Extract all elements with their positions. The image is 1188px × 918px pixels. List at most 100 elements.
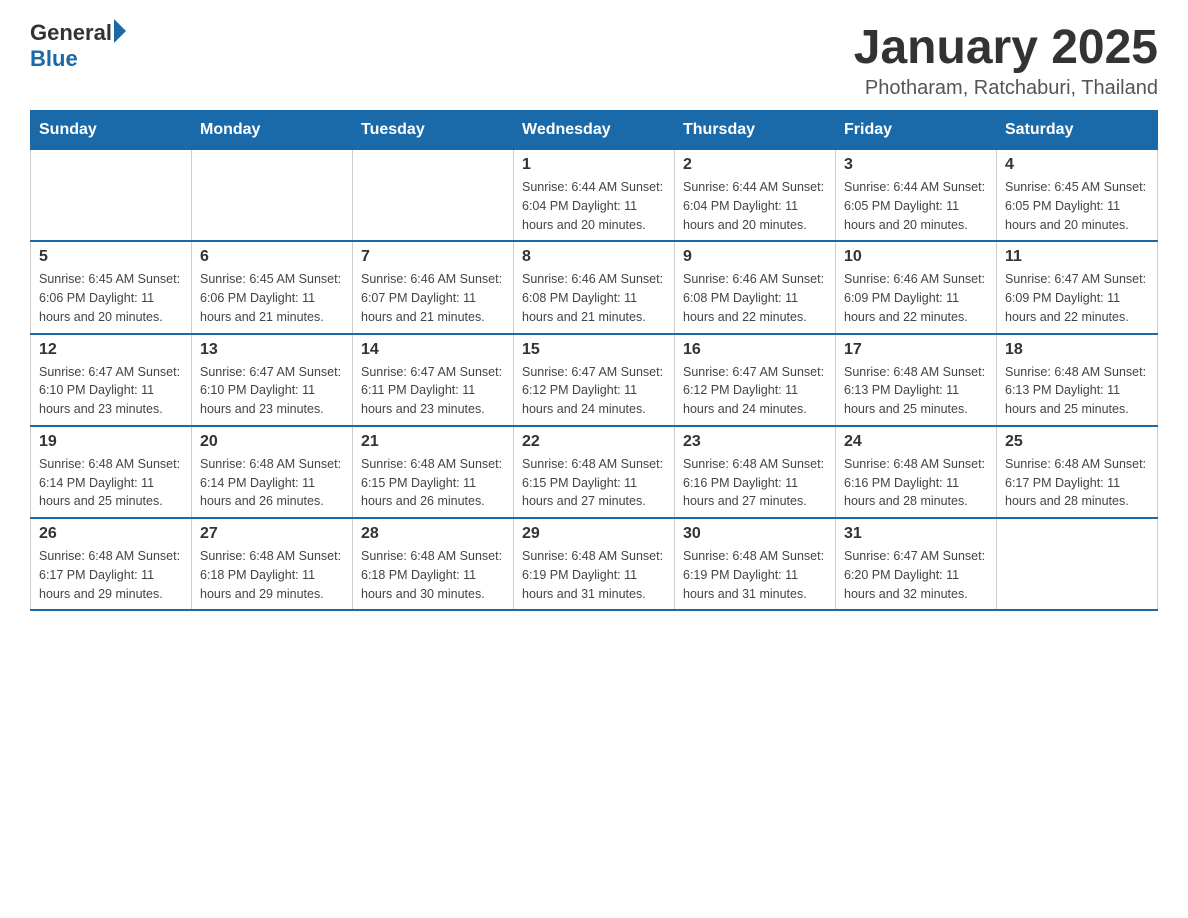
calendar-cell: 5 Sunrise: 6:45 AM Sunset: 6:06 PM Daylig… [31,241,192,333]
day-number: 26 [39,525,183,543]
day-info: Sunrise: 6:48 AM Sunset: 6:15 PM Dayligh… [361,455,505,511]
calendar-day-header-thursday: Thursday [675,111,836,150]
calendar-cell [192,150,353,242]
calendar-cell: 17 Sunrise: 6:48 AM Sunset: 6:13 PM Dayli… [836,334,997,426]
calendar-cell: 6 Sunrise: 6:45 AM Sunset: 6:06 PM Daylig… [192,241,353,333]
calendar-cell: 31 Sunrise: 6:47 AM Sunset: 6:20 PM Dayli… [836,518,997,610]
calendar-day-header-sunday: Sunday [31,111,192,150]
calendar-cell: 7 Sunrise: 6:46 AM Sunset: 6:07 PM Daylig… [353,241,514,333]
day-number: 12 [39,341,183,359]
day-info: Sunrise: 6:48 AM Sunset: 6:14 PM Dayligh… [39,455,183,511]
day-number: 2 [683,156,827,174]
calendar-cell [997,518,1158,610]
day-number: 25 [1005,433,1149,451]
calendar-cell: 29 Sunrise: 6:48 AM Sunset: 6:19 PM Dayli… [514,518,675,610]
calendar-cell [31,150,192,242]
calendar-cell: 3 Sunrise: 6:44 AM Sunset: 6:05 PM Daylig… [836,150,997,242]
day-number: 23 [683,433,827,451]
calendar-cell: 21Sunrise: 6:48 AM Sunset: 6:15 PM Dayli… [353,426,514,518]
day-info: Sunrise: 6:44 AM Sunset: 6:04 PM Dayligh… [522,178,666,234]
calendar-cell: 14Sunrise: 6:47 AM Sunset: 6:11 PM Dayli… [353,334,514,426]
day-info: Sunrise: 6:47 AM Sunset: 6:12 PM Dayligh… [522,363,666,419]
day-info: Sunrise: 6:44 AM Sunset: 6:04 PM Dayligh… [683,178,827,234]
calendar-cell: 30 Sunrise: 6:48 AM Sunset: 6:19 PM Dayli… [675,518,836,610]
day-info: Sunrise: 6:48 AM Sunset: 6:18 PM Dayligh… [200,547,344,603]
calendar-cell: 2 Sunrise: 6:44 AM Sunset: 6:04 PM Daylig… [675,150,836,242]
day-info: Sunrise: 6:47 AM Sunset: 6:10 PM Dayligh… [200,363,344,419]
day-number: 7 [361,248,505,266]
day-number: 18 [1005,341,1149,359]
day-number: 11 [1005,248,1149,266]
day-info: Sunrise: 6:48 AM Sunset: 6:18 PM Dayligh… [361,547,505,603]
calendar-cell: 13 Sunrise: 6:47 AM Sunset: 6:10 PM Dayli… [192,334,353,426]
calendar-cell: 19Sunrise: 6:48 AM Sunset: 6:14 PM Dayli… [31,426,192,518]
logo-general: General [30,20,112,46]
day-number: 15 [522,341,666,359]
day-info: Sunrise: 6:46 AM Sunset: 6:08 PM Dayligh… [522,270,666,326]
calendar-week-row: 5 Sunrise: 6:45 AM Sunset: 6:06 PM Daylig… [31,241,1158,333]
day-info: Sunrise: 6:48 AM Sunset: 6:16 PM Dayligh… [844,455,988,511]
calendar-cell: 9 Sunrise: 6:46 AM Sunset: 6:08 PM Daylig… [675,241,836,333]
day-number: 31 [844,525,988,543]
day-number: 3 [844,156,988,174]
day-info: Sunrise: 6:48 AM Sunset: 6:19 PM Dayligh… [522,547,666,603]
location: Photharam, Ratchaburi, Thailand [854,77,1158,100]
logo-triangle-icon [114,19,126,43]
day-number: 14 [361,341,505,359]
logo: General Blue [30,20,126,72]
day-number: 24 [844,433,988,451]
day-info: Sunrise: 6:46 AM Sunset: 6:08 PM Dayligh… [683,270,827,326]
calendar-cell: 26 Sunrise: 6:48 AM Sunset: 6:17 PM Dayli… [31,518,192,610]
day-number: 28 [361,525,505,543]
day-info: Sunrise: 6:46 AM Sunset: 6:07 PM Dayligh… [361,270,505,326]
day-info: Sunrise: 6:45 AM Sunset: 6:06 PM Dayligh… [39,270,183,326]
day-info: Sunrise: 6:48 AM Sunset: 6:13 PM Dayligh… [844,363,988,419]
day-number: 8 [522,248,666,266]
calendar-cell: 25 Sunrise: 6:48 AM Sunset: 6:17 PM Dayli… [997,426,1158,518]
day-number: 9 [683,248,827,266]
calendar-header-row: SundayMondayTuesdayWednesdayThursdayFrid… [31,111,1158,150]
day-info: Sunrise: 6:48 AM Sunset: 6:17 PM Dayligh… [1005,455,1149,511]
day-info: Sunrise: 6:47 AM Sunset: 6:12 PM Dayligh… [683,363,827,419]
day-info: Sunrise: 6:46 AM Sunset: 6:09 PM Dayligh… [844,270,988,326]
calendar-cell [353,150,514,242]
day-info: Sunrise: 6:47 AM Sunset: 6:09 PM Dayligh… [1005,270,1149,326]
calendar-week-row: 19Sunrise: 6:48 AM Sunset: 6:14 PM Dayli… [31,426,1158,518]
day-number: 30 [683,525,827,543]
day-number: 22 [522,433,666,451]
page-header: General Blue January 2025 Photharam, Rat… [30,20,1158,100]
month-title: January 2025 [854,20,1158,75]
day-info: Sunrise: 6:47 AM Sunset: 6:10 PM Dayligh… [39,363,183,419]
calendar-cell: 8 Sunrise: 6:46 AM Sunset: 6:08 PM Daylig… [514,241,675,333]
calendar-cell: 10Sunrise: 6:46 AM Sunset: 6:09 PM Dayli… [836,241,997,333]
calendar-cell: 28 Sunrise: 6:48 AM Sunset: 6:18 PM Dayli… [353,518,514,610]
calendar-cell: 23 Sunrise: 6:48 AM Sunset: 6:16 PM Dayli… [675,426,836,518]
calendar-cell: 22 Sunrise: 6:48 AM Sunset: 6:15 PM Dayli… [514,426,675,518]
day-number: 5 [39,248,183,266]
day-info: Sunrise: 6:45 AM Sunset: 6:06 PM Dayligh… [200,270,344,326]
day-info: Sunrise: 6:48 AM Sunset: 6:15 PM Dayligh… [522,455,666,511]
day-info: Sunrise: 6:44 AM Sunset: 6:05 PM Dayligh… [844,178,988,234]
calendar-table: SundayMondayTuesdayWednesdayThursdayFrid… [30,110,1158,611]
day-info: Sunrise: 6:47 AM Sunset: 6:20 PM Dayligh… [844,547,988,603]
calendar-day-header-monday: Monday [192,111,353,150]
calendar-week-row: 12 Sunrise: 6:47 AM Sunset: 6:10 PM Dayli… [31,334,1158,426]
calendar-day-header-wednesday: Wednesday [514,111,675,150]
calendar-day-header-friday: Friday [836,111,997,150]
calendar-week-row: 26 Sunrise: 6:48 AM Sunset: 6:17 PM Dayli… [31,518,1158,610]
calendar-day-header-saturday: Saturday [997,111,1158,150]
day-number: 20 [200,433,344,451]
day-number: 29 [522,525,666,543]
day-number: 6 [200,248,344,266]
day-info: Sunrise: 6:45 AM Sunset: 6:05 PM Dayligh… [1005,178,1149,234]
day-number: 13 [200,341,344,359]
day-info: Sunrise: 6:48 AM Sunset: 6:17 PM Dayligh… [39,547,183,603]
day-info: Sunrise: 6:48 AM Sunset: 6:19 PM Dayligh… [683,547,827,603]
day-info: Sunrise: 6:48 AM Sunset: 6:16 PM Dayligh… [683,455,827,511]
calendar-cell: 27Sunrise: 6:48 AM Sunset: 6:18 PM Dayli… [192,518,353,610]
calendar-cell: 12 Sunrise: 6:47 AM Sunset: 6:10 PM Dayli… [31,334,192,426]
day-number: 16 [683,341,827,359]
calendar-cell: 4Sunrise: 6:45 AM Sunset: 6:05 PM Daylig… [997,150,1158,242]
day-number: 17 [844,341,988,359]
calendar-cell: 15 Sunrise: 6:47 AM Sunset: 6:12 PM Dayli… [514,334,675,426]
